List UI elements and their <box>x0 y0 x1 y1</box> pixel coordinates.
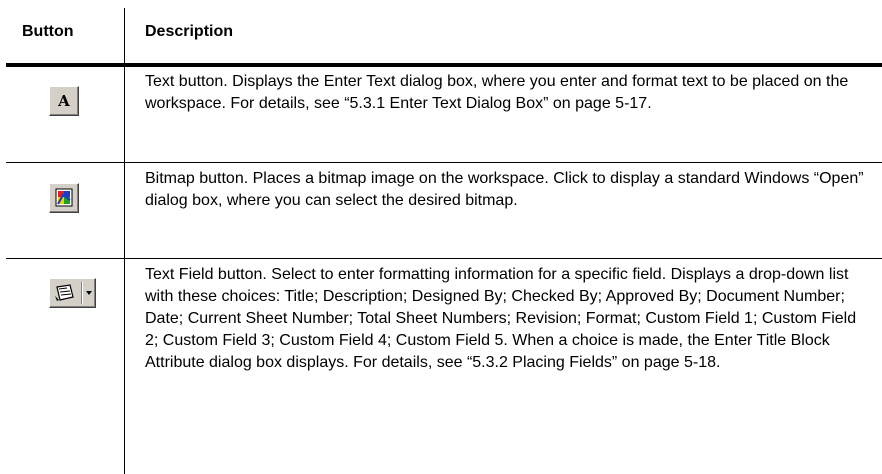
row-divider <box>6 258 882 259</box>
button-column-header: Button <box>22 23 74 40</box>
chevron-down-icon[interactable] <box>84 279 94 307</box>
dropdown-separator <box>81 282 82 304</box>
description-column-header: Description <box>145 23 234 40</box>
row-divider <box>6 162 882 163</box>
table-header: Button Description <box>0 0 882 66</box>
text-field-button-description: Text Field button. Select to enter forma… <box>145 266 857 371</box>
text-field-icon <box>55 284 74 301</box>
header-rule <box>6 63 882 67</box>
bitmap-icon <box>55 188 73 207</box>
text-button[interactable]: A <box>49 86 79 116</box>
column-divider <box>124 8 125 474</box>
bitmap-button-description: Bitmap button. Places a bitmap image on … <box>145 170 864 209</box>
text-a-icon: A <box>58 92 70 110</box>
bitmap-button[interactable] <box>49 183 79 213</box>
text-button-description: Text button. Displays the Enter Text dia… <box>145 73 849 112</box>
text-field-button[interactable] <box>49 278 96 308</box>
